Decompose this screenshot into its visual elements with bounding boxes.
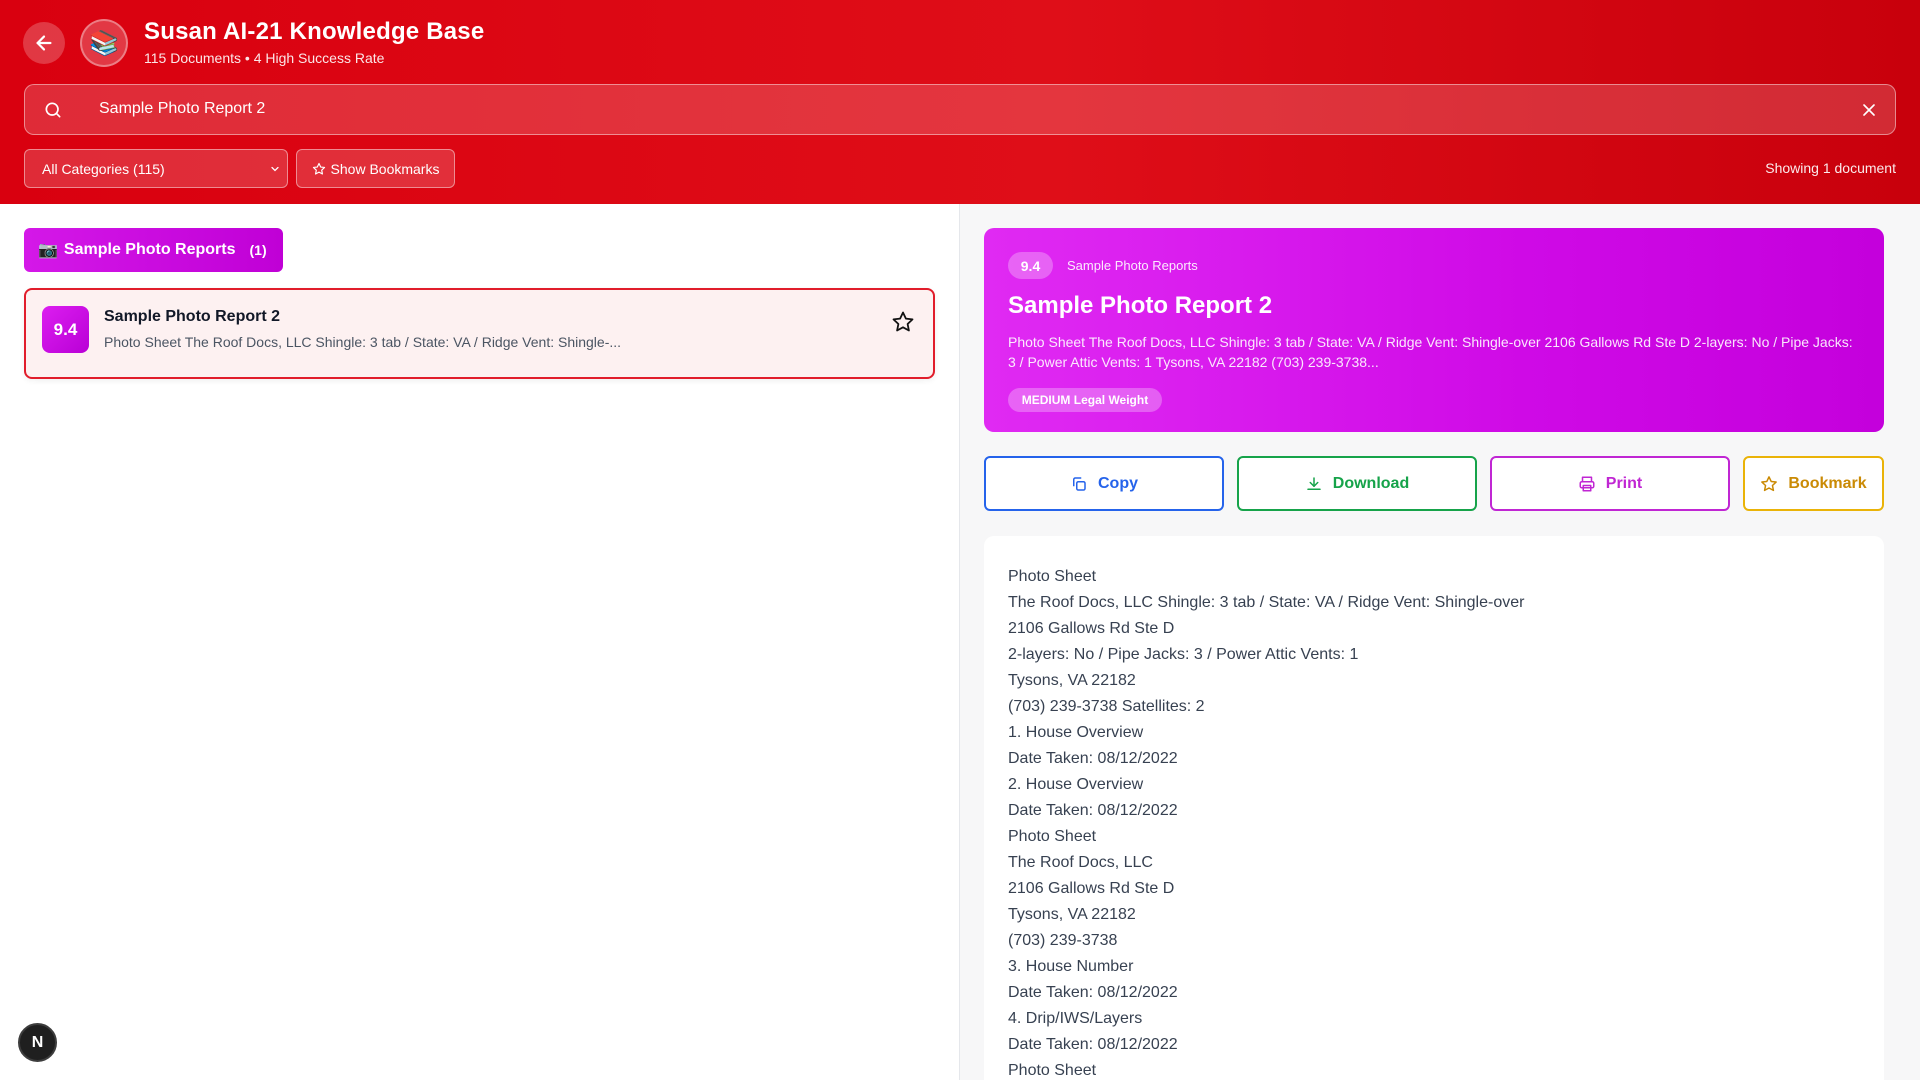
detail-score-badge: 9.4 xyxy=(1008,252,1053,279)
content-line: The Roof Docs, LLC Shingle: 3 tab / Stat… xyxy=(1008,594,1525,611)
content-line: The Roof Docs, LLC xyxy=(1008,854,1153,871)
copy-icon xyxy=(1073,476,1086,491)
content-line: 2106 Gallows Rd Ste D xyxy=(1008,620,1175,637)
print-button[interactable]: Print xyxy=(1490,456,1730,511)
page-title: Susan AI-21 Knowledge Base xyxy=(144,18,485,45)
content-line: Photo Sheet xyxy=(1008,828,1097,845)
app-logo: 📚 xyxy=(80,19,128,67)
search-input[interactable] xyxy=(75,85,1835,133)
copy-label: Copy xyxy=(1098,474,1138,492)
category-group-label: Sample Photo Reports xyxy=(63,241,236,258)
category-select-value: All Categories (115) xyxy=(42,161,165,177)
document-detail-panel: 9.4 Sample Photo Reports Sample Photo Re… xyxy=(960,204,1920,1080)
content-line: 1. House Overview xyxy=(1008,724,1144,741)
search-bar xyxy=(24,84,1896,135)
content-line: Photo Sheet xyxy=(1008,568,1097,585)
detail-excerpt: Photo Sheet The Roof Docs, LLC Shingle: … xyxy=(1008,334,1853,370)
bookmark-button[interactable]: Bookmark xyxy=(1743,456,1884,511)
copy-button[interactable]: Copy xyxy=(984,456,1224,511)
star-icon xyxy=(312,162,325,175)
content-line: 3. House Number xyxy=(1008,958,1134,975)
app-header: 📚 Susan AI-21 Knowledge Base 115 Documen… xyxy=(0,0,1920,204)
chevron-down-icon xyxy=(271,166,279,172)
document-detail-header: 9.4 Sample Photo Reports Sample Photo Re… xyxy=(984,228,1884,432)
show-bookmarks-label: Show Bookmarks xyxy=(330,160,440,177)
star-icon[interactable] xyxy=(891,310,915,334)
document-list-panel: 📷 Sample Photo Reports (1) 9.4 Sample Ph… xyxy=(0,204,959,1080)
result-count: Showing 1 document xyxy=(1765,160,1896,176)
content-line: 2. House Overview xyxy=(1008,776,1144,793)
detail-category: Sample Photo Reports xyxy=(1067,258,1198,273)
content-line: Date Taken: 08/12/2022 xyxy=(1008,802,1178,819)
detail-title: Sample Photo Report 2 xyxy=(1008,292,1273,319)
content-line: Date Taken: 08/12/2022 xyxy=(1008,984,1178,1001)
category-group-header[interactable]: 📷 Sample Photo Reports (1) xyxy=(24,228,283,272)
download-label: Download xyxy=(1332,474,1410,492)
search-icon xyxy=(45,102,61,118)
star-icon xyxy=(1761,475,1778,491)
score-badge: 9.4 xyxy=(42,306,89,353)
bookmark-label: Bookmark xyxy=(1788,474,1867,492)
content-line: (703) 239-3738 Satellites: 2 xyxy=(1008,698,1205,715)
content-line: Tysons, VA 22182 xyxy=(1008,672,1136,689)
content-line: 4. Drip/IWS/Layers xyxy=(1008,1010,1143,1027)
category-group-count: (1) xyxy=(249,242,267,258)
books-icon: 📚 xyxy=(89,29,119,57)
camera-icon: 📷 xyxy=(38,242,58,259)
content-line: (703) 239-3738 xyxy=(1008,932,1118,949)
content-line: Photo Sheet xyxy=(1008,1062,1097,1079)
print-label: Print xyxy=(1605,474,1643,492)
show-bookmarks-button[interactable]: Show Bookmarks xyxy=(296,149,455,188)
content-line: Date Taken: 08/12/2022 xyxy=(1008,750,1178,767)
dev-tools-badge[interactable]: N xyxy=(18,1023,57,1062)
arrow-left-icon xyxy=(36,35,52,51)
document-title: Sample Photo Report 2 xyxy=(104,308,281,325)
content-line: 2-layers: No / Pipe Jacks: 3 / Power Att… xyxy=(1008,646,1359,663)
back-button[interactable] xyxy=(23,22,65,64)
document-card[interactable]: 9.4 Sample Photo Report 2 Photo Sheet Th… xyxy=(24,288,935,379)
download-button[interactable]: Download xyxy=(1237,456,1477,511)
document-content: Photo Sheet The Roof Docs, LLC Shingle: … xyxy=(984,536,1884,1080)
content-line: Tysons, VA 22182 xyxy=(1008,906,1136,923)
category-select[interactable]: All Categories (115) xyxy=(24,149,288,188)
content-line: 2106 Gallows Rd Ste D xyxy=(1008,880,1175,897)
close-icon[interactable] xyxy=(1859,100,1879,120)
printer-icon xyxy=(1579,476,1595,491)
legal-weight-badge: MEDIUM Legal Weight xyxy=(1008,388,1162,412)
page-subtitle: 115 Documents • 4 High Success Rate xyxy=(144,50,385,66)
document-excerpt: Photo Sheet The Roof Docs, LLC Shingle: … xyxy=(104,334,622,350)
content-line: Date Taken: 08/12/2022 xyxy=(1008,1036,1178,1053)
download-icon xyxy=(1307,476,1321,490)
